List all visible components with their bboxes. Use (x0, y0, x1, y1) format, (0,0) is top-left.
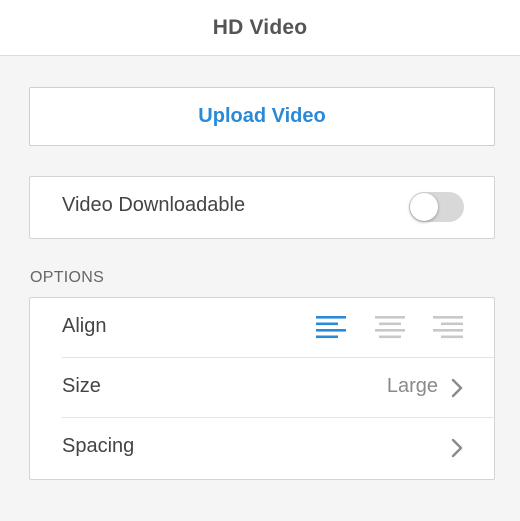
size-label: Size (62, 375, 101, 397)
chevron-right-icon (451, 438, 463, 458)
video-downloadable-setting: Video Downloadable (29, 176, 495, 239)
upload-video-label: Upload Video (198, 105, 326, 127)
size-value: Large (386, 375, 438, 397)
left-align-icon[interactable] (316, 315, 348, 339)
toggle-knob (410, 193, 438, 221)
panel-header: HD Video (0, 0, 520, 56)
options-card: Align Size Large Spacing (29, 297, 495, 480)
video-downloadable-label: Video Downloadable (62, 194, 246, 216)
video-downloadable-toggle[interactable] (409, 192, 464, 222)
options-heading: OPTIONS (30, 269, 105, 286)
chevron-right-icon (451, 378, 463, 398)
spacing-row[interactable]: Spacing (30, 418, 494, 478)
align-row: Align (30, 298, 494, 358)
panel-title: HD Video (212, 15, 308, 39)
right-align-icon[interactable] (432, 315, 464, 339)
upload-video-button[interactable]: Upload Video (29, 87, 495, 146)
spacing-label: Spacing (62, 435, 135, 457)
center-align-icon[interactable] (374, 315, 406, 339)
align-label: Align (62, 315, 107, 337)
size-row[interactable]: Size Large (30, 358, 494, 418)
